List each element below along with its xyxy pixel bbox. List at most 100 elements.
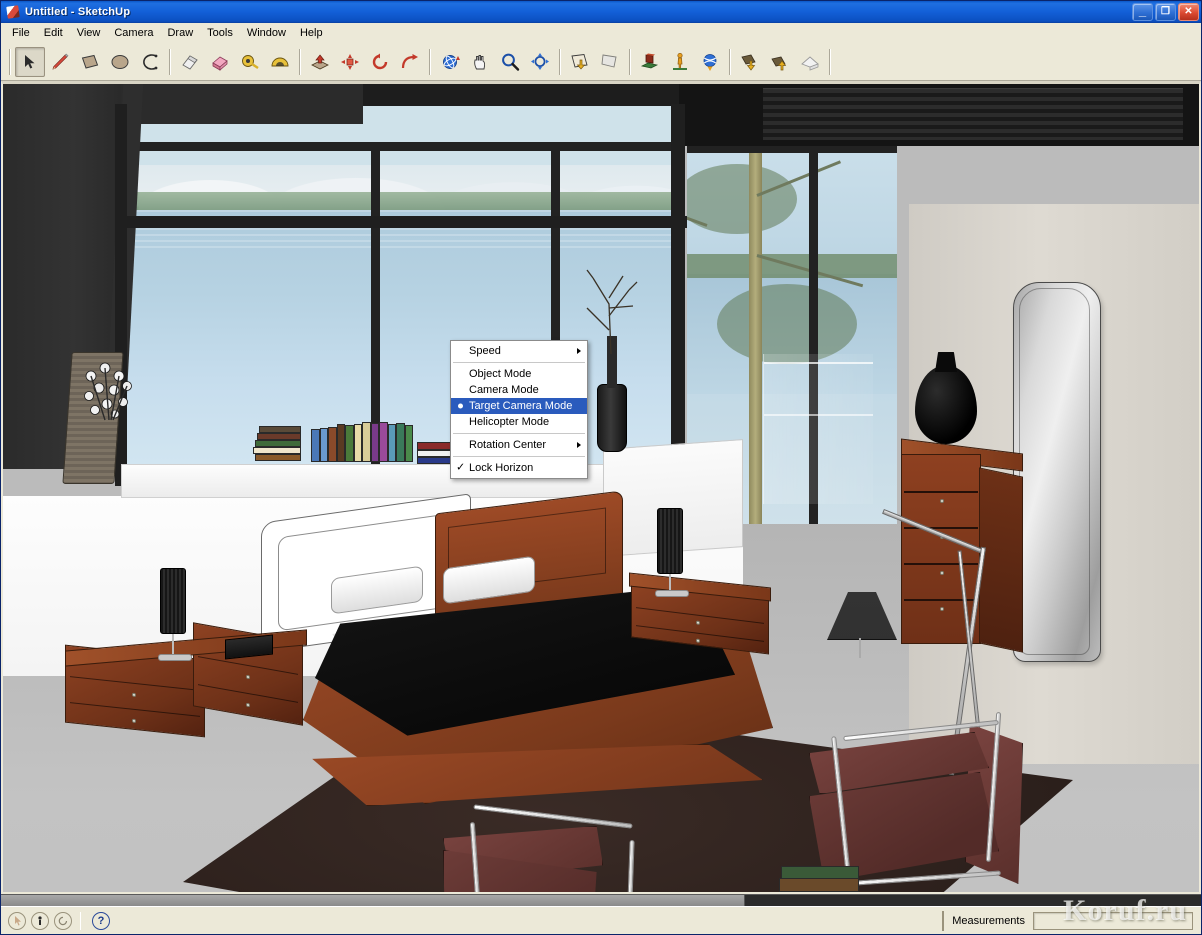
context-separator — [453, 362, 585, 363]
toolbar-separator — [299, 48, 301, 75]
menu-tools[interactable]: Tools — [200, 25, 240, 41]
main-toolbar — [1, 43, 1201, 81]
context-separator — [453, 433, 585, 434]
menu-bar: File Edit View Camera Draw Tools Window … — [1, 23, 1201, 43]
dresser-side — [979, 467, 1023, 653]
minimize-button[interactable]: _ — [1132, 3, 1153, 21]
context-item-speed[interactable]: Speed — [451, 343, 587, 359]
book — [253, 447, 301, 454]
book — [255, 440, 301, 447]
measurements-input[interactable] — [1033, 911, 1193, 930]
position-camera-tool[interactable] — [635, 47, 665, 77]
radio-selected-icon — [458, 403, 463, 409]
pan-hand-tool[interactable] — [465, 47, 495, 77]
book — [388, 424, 396, 462]
arc-tool[interactable] — [135, 47, 165, 77]
line-pencil-tool[interactable] — [45, 47, 75, 77]
context-separator — [453, 456, 585, 457]
checkmark-icon: ✓ — [456, 461, 466, 474]
context-item-helicopter-mode[interactable]: Helicopter Mode — [451, 414, 587, 430]
book — [337, 424, 345, 462]
zoom-magnifier-tool[interactable] — [495, 47, 525, 77]
menu-window[interactable]: Window — [240, 25, 293, 41]
camera-context-menu[interactable]: Speed Object Mode Camera Mode Target Cam… — [450, 340, 588, 479]
help-question-icon[interactable]: ? — [92, 911, 110, 930]
lamp-base — [158, 654, 192, 661]
select-status-icon[interactable] — [8, 911, 26, 930]
menu-draw[interactable]: Draw — [160, 25, 200, 41]
toolbar-group-walkthrough — [635, 43, 725, 80]
context-item-lock-horizon[interactable]: ✓ Lock Horizon — [451, 460, 587, 476]
context-item-object-mode[interactable]: Object Mode — [451, 366, 587, 382]
menu-view[interactable]: View — [70, 25, 108, 41]
context-item-target-camera-mode[interactable]: Target Camera Mode — [451, 398, 587, 414]
follow-me-tool[interactable] — [395, 47, 425, 77]
toolbar-group-camera — [435, 43, 555, 80]
scrollbar-thumb[interactable] — [1, 895, 745, 906]
look-around-globe-tool[interactable] — [695, 47, 725, 77]
context-item-label: Helicopter Mode — [469, 416, 550, 428]
tape-measure-tool[interactable] — [235, 47, 265, 77]
toolbar-separator — [559, 48, 561, 75]
menu-camera[interactable]: Camera — [107, 25, 160, 41]
balcony-railing — [763, 354, 873, 504]
book — [362, 422, 371, 462]
book — [345, 425, 354, 462]
context-item-label: Speed — [469, 345, 501, 357]
protractor-tool[interactable] — [265, 47, 295, 77]
paint-bucket-tool[interactable] — [205, 47, 235, 77]
context-item-camera-mode[interactable]: Camera Mode — [451, 382, 587, 398]
book — [779, 878, 859, 892]
toolbar-separator — [429, 48, 431, 75]
eraser-tool[interactable] — [175, 47, 205, 77]
push-pull-tool[interactable] — [305, 47, 335, 77]
restore-button[interactable]: ❐ — [1155, 3, 1176, 21]
share-model-tool[interactable] — [765, 47, 795, 77]
move-tool[interactable] — [335, 47, 365, 77]
sketchup-window: Untitled - SketchUp _ ❐ ✕ File Edit View… — [0, 0, 1202, 935]
next-view-tool[interactable] — [595, 47, 625, 77]
black-vase — [915, 366, 977, 444]
vase-neck — [935, 352, 957, 372]
tree-foliage — [717, 284, 857, 364]
get-model-tool[interactable] — [735, 47, 765, 77]
toolbar-separator — [629, 48, 631, 75]
book — [259, 426, 301, 433]
window-blinds — [763, 88, 1183, 140]
scene-3d[interactable]: Speed Object Mode Camera Mode Target Cam… — [3, 84, 1199, 892]
lamp-base — [655, 590, 689, 597]
book — [328, 427, 337, 462]
chevron-right-icon — [577, 348, 581, 354]
toolbar-separator — [9, 48, 11, 75]
menu-file[interactable]: File — [5, 25, 37, 41]
menu-help[interactable]: Help — [293, 25, 330, 41]
previous-view-tool[interactable] — [565, 47, 595, 77]
person-status-icon[interactable] — [31, 911, 49, 930]
context-item-rotation-center[interactable]: Rotation Center — [451, 437, 587, 453]
close-button[interactable]: ✕ — [1178, 3, 1199, 21]
book — [311, 429, 320, 462]
walk-tool[interactable] — [665, 47, 695, 77]
rectangle-tool[interactable] — [75, 47, 105, 77]
book — [396, 423, 405, 462]
orbit-tool[interactable] — [435, 47, 465, 77]
status-separator — [80, 911, 81, 930]
select-arrow-tool[interactable] — [15, 46, 45, 77]
circle-tool[interactable] — [105, 47, 135, 77]
branch-vase — [597, 384, 627, 452]
warehouse-tool[interactable] — [795, 47, 825, 77]
close-glyph: ✕ — [1184, 6, 1193, 17]
horizontal-scrollbar[interactable] — [1, 894, 1201, 906]
modeling-viewport[interactable]: Speed Object Mode Camera Mode Target Cam… — [1, 81, 1201, 894]
toolbar-group-drawing — [15, 43, 165, 80]
rotate-tool[interactable] — [365, 47, 395, 77]
forest-ridge — [121, 192, 681, 210]
white-flowers — [81, 362, 141, 428]
rotate-status-icon[interactable] — [54, 911, 72, 930]
tree-trunk — [749, 104, 762, 524]
context-item-label: Object Mode — [469, 368, 532, 380]
context-item-label: Camera Mode — [469, 384, 539, 396]
menu-edit[interactable]: Edit — [37, 25, 70, 41]
zoom-extents-tool[interactable] — [525, 47, 555, 77]
toolbar-group-modify — [175, 43, 295, 80]
